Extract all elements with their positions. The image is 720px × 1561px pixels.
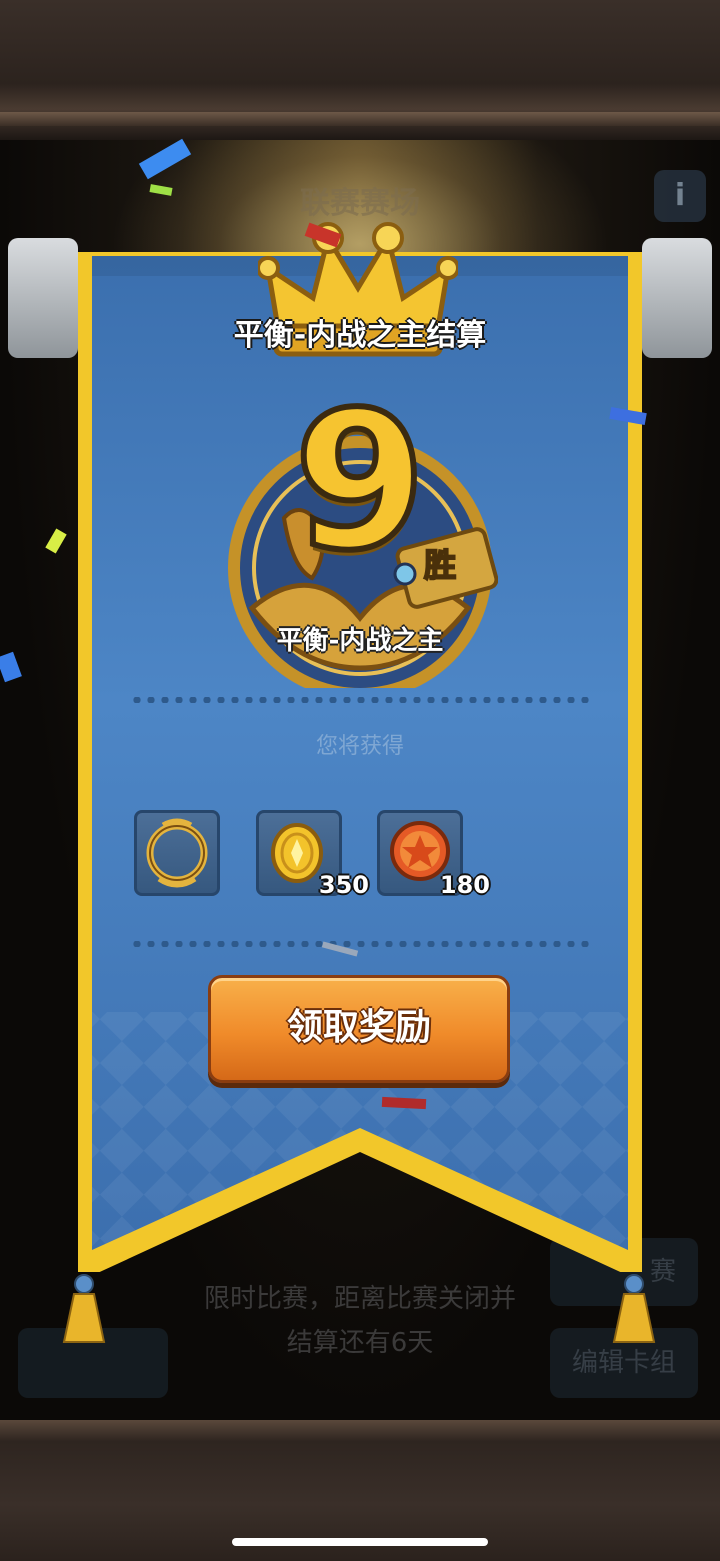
medal-name: 平衡-内战之主 (276, 626, 444, 656)
reward-slot-coin[interactable]: 350 (256, 810, 369, 899)
golden-frame-icon (146, 818, 208, 888)
notice-line-1: 限时比赛，距离比赛关闭并 (203, 1284, 516, 1314)
reward-count: 180 (439, 871, 490, 899)
divider-bottom (130, 941, 590, 947)
top-wood-frame (0, 0, 720, 140)
notice-line-2: 结算还有6天 (286, 1328, 434, 1358)
home-indicator[interactable] (232, 1538, 488, 1546)
crown-icon (258, 222, 458, 357)
reward-slot-star[interactable]: 180 (377, 810, 490, 899)
reward-slot-frame[interactable] (134, 810, 220, 896)
popup-title: 平衡-内战之主结算 (233, 318, 487, 353)
info-icon[interactable]: i (654, 170, 706, 222)
divider-top (130, 697, 590, 703)
left-axe-ornament (8, 238, 78, 358)
arena-title: 联赛赛场 (300, 186, 420, 221)
right-axe-ornament (642, 238, 712, 358)
left-tassel (62, 1274, 106, 1343)
wins-unit: 胜 (423, 545, 457, 585)
right-tassel (612, 1274, 656, 1343)
reward-count: 350 (318, 871, 369, 899)
claim-reward-button[interactable]: 领取奖励 (208, 975, 510, 1083)
reward-header: 您将获得 (315, 734, 404, 759)
